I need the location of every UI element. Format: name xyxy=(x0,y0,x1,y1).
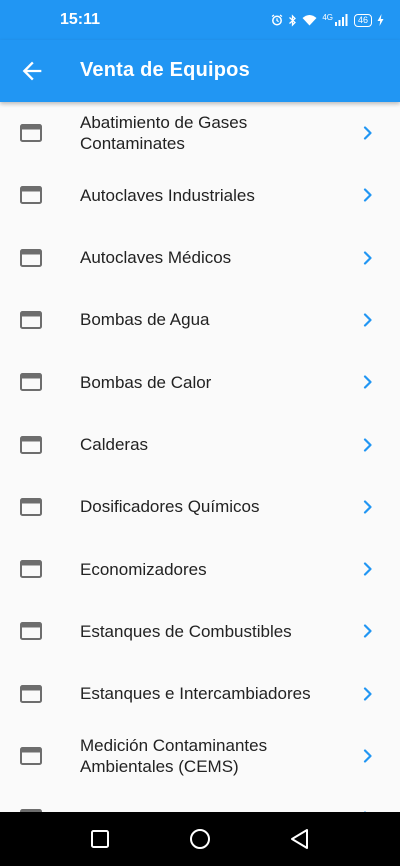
list-item-label: Estanques de Combustibles xyxy=(80,621,292,641)
window-icon xyxy=(20,310,42,329)
list-item[interactable]: Bombas de Agua xyxy=(0,289,400,351)
window-icon xyxy=(20,747,42,765)
home-circle-icon[interactable] xyxy=(188,827,212,851)
recents-square-icon[interactable] xyxy=(88,827,112,851)
list-item[interactable]: Estanques e Intercambiadores xyxy=(0,663,400,725)
window-icon xyxy=(20,186,42,205)
window-icon xyxy=(20,497,42,516)
chevron-right-icon xyxy=(363,749,372,763)
list-item[interactable]: Calderas xyxy=(0,414,400,476)
list-item-label: Autoclaves Médicos xyxy=(80,248,232,268)
chevron-right-icon xyxy=(363,188,372,202)
chevron-right-icon xyxy=(363,375,372,389)
list-item-label: Calderas xyxy=(80,435,149,454)
equipment-category-list: Abatimiento de Gases Contaminates Autocla… xyxy=(0,102,400,812)
list-item[interactable]: Quemadores xyxy=(0,787,400,812)
charging-icon xyxy=(377,14,384,26)
list-item-label: Bombas de Calor xyxy=(80,372,212,392)
window-icon xyxy=(20,124,42,142)
chevron-right-icon xyxy=(363,624,372,638)
network-type-label: 4G xyxy=(322,12,333,22)
window-icon xyxy=(20,373,42,392)
arrow-back-icon[interactable] xyxy=(18,57,46,85)
list-item[interactable]: Medición Contaminantes Ambientales (CEMS… xyxy=(0,725,400,787)
list-item[interactable]: Dosificadores Químicos xyxy=(0,476,400,538)
list-item-label: Autoclaves Industriales xyxy=(80,185,255,205)
alarm-icon xyxy=(271,14,283,26)
list-item[interactable]: Abatimiento de Gases Contaminates xyxy=(0,102,400,164)
battery-icon: 46 xyxy=(353,13,372,27)
app-bar: Venta de Equipos xyxy=(0,40,400,102)
list-item[interactable]: Economizadores xyxy=(0,538,400,600)
window-icon xyxy=(20,435,42,454)
list-item-label: Estanques e Intercambiadores xyxy=(80,684,311,704)
chevron-right-icon xyxy=(363,500,372,514)
signal-icon xyxy=(334,14,348,26)
page-title: Venta de Equipos xyxy=(80,59,250,81)
list-item[interactable]: Bombas de Calor xyxy=(0,351,400,413)
list-item[interactable]: Estanques de Combustibles xyxy=(0,600,400,662)
chevron-right-icon xyxy=(363,562,372,576)
list-item[interactable]: Autoclaves Médicos xyxy=(0,227,400,289)
chevron-right-icon xyxy=(363,687,372,701)
back-triangle-icon[interactable] xyxy=(288,827,312,851)
window-icon xyxy=(20,560,42,579)
list-item[interactable]: Autoclaves Industriales xyxy=(0,164,400,226)
list-item-label: Bombas de Agua xyxy=(80,310,210,330)
window-icon xyxy=(20,684,42,703)
wifi-icon xyxy=(302,15,317,26)
list-item-label: Abatimiento de Gases Contaminates xyxy=(80,113,248,153)
window-icon xyxy=(20,248,42,267)
chevron-right-icon xyxy=(363,437,372,452)
status-bar: 15:11 4G 46 xyxy=(0,0,400,40)
window-icon xyxy=(20,622,42,641)
chevron-right-icon xyxy=(363,313,372,327)
status-icons: 4G 46 xyxy=(271,12,384,27)
system-navigation-bar xyxy=(0,812,400,866)
bluetooth-icon xyxy=(289,13,297,27)
list-item-label: Dosificadores Químicos xyxy=(80,497,260,517)
list-item-label: Medición Contaminantes Ambientales (CEMS… xyxy=(80,736,268,776)
status-time: 15:11 xyxy=(60,11,101,28)
list-item-label: Economizadores xyxy=(80,559,207,579)
chevron-right-icon xyxy=(363,250,372,265)
chevron-right-icon xyxy=(363,126,372,140)
